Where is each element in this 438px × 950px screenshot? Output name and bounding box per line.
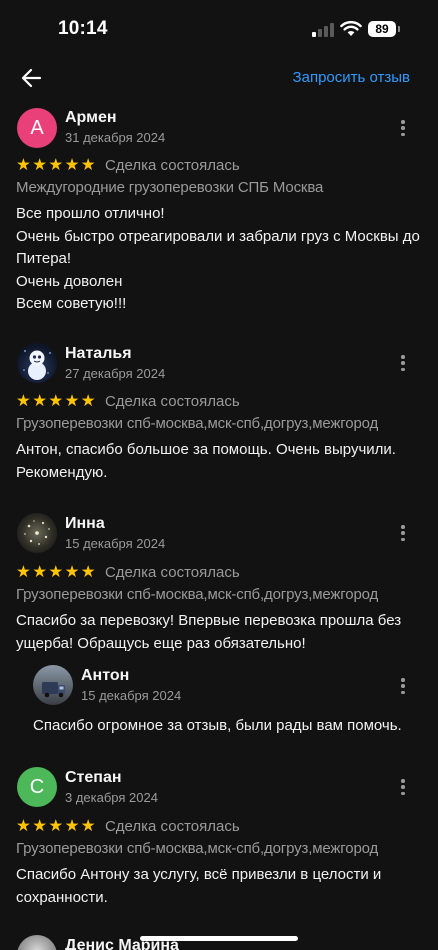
star-rating-icons: ★★★★★ xyxy=(16,563,97,581)
request-review-link[interactable]: Запросить отзыв xyxy=(293,69,410,86)
review-date: 27 декабря 2024 xyxy=(65,366,166,381)
review-text: Спасибо Антону за услугу, всё привезли в… xyxy=(16,866,382,906)
avatar-initial: С xyxy=(29,775,45,798)
more-options-button[interactable] xyxy=(398,524,408,542)
battery-level: 89 xyxy=(375,22,389,36)
app-header: Запросить отзыв xyxy=(0,56,438,100)
avatar[interactable]: А xyxy=(17,108,57,148)
truck-avatar-image xyxy=(42,682,65,698)
review-text-line: Всем советую!!! xyxy=(16,295,127,312)
arrow-left-icon xyxy=(21,68,42,88)
review-text: Антон, спасибо большое за помощь. Очень … xyxy=(16,441,396,481)
rating-row: ★★★★★ Сделка состоялась xyxy=(16,816,240,836)
battery-tip xyxy=(398,26,400,32)
deal-status: Сделка состоялась xyxy=(104,156,240,174)
review-text-line: Все прошло отлично! xyxy=(16,205,165,222)
review-date: 31 декабря 2024 xyxy=(65,130,166,145)
status-bar: 10:14 89 xyxy=(0,0,438,56)
author-name[interactable]: Степан xyxy=(65,769,122,787)
rating-row: ★★★★★ Сделка состоялась xyxy=(16,391,240,411)
author-name[interactable]: Наталья xyxy=(65,345,132,363)
owner-reply: Антон 15 декабря 2024 Спасибо огромное з… xyxy=(0,660,438,750)
reviews-screen: 10:14 89 Запросить отзыв А Армен 31 дека… xyxy=(0,0,438,950)
deal-status: Сделка состоялась xyxy=(104,817,240,835)
more-options-button[interactable] xyxy=(398,354,408,372)
wifi-icon xyxy=(340,21,362,36)
more-options-button[interactable] xyxy=(398,778,408,796)
review-text-line: Очень доволен xyxy=(16,272,123,290)
review-card: С Степан 3 декабря 2024 ★★★★★ Сделка сос… xyxy=(0,759,438,919)
review-text-line: Очень быстро отреагировали и забрали гру… xyxy=(16,227,420,268)
deal-status: Сделка состоялась xyxy=(104,563,240,581)
review-card: Инна 15 декабря 2024 ★★★★★ Сделка состоя… xyxy=(0,505,438,755)
avatar[interactable]: С xyxy=(17,767,57,807)
service-name: Грузоперевозки спб-москва,мск-спб,догруз… xyxy=(16,586,379,603)
avatar[interactable] xyxy=(33,665,73,705)
reply-text: Спасибо огромное за отзыв, были рады вам… xyxy=(33,717,402,734)
avatar[interactable] xyxy=(17,935,57,950)
reply-date: 15 декабря 2024 xyxy=(81,688,182,703)
review-card: А Армен 31 декабря 2024 ★★★★★ Сделка сос… xyxy=(0,100,438,325)
author-name[interactable]: Инна xyxy=(65,515,105,533)
cellular-signal-icon xyxy=(312,23,334,37)
avatar[interactable] xyxy=(17,513,57,553)
deal-status: Сделка состоялась xyxy=(104,392,240,410)
service-name: Грузоперевозки спб-москва,мск-спб,догруз… xyxy=(16,415,379,432)
author-name[interactable]: Армен xyxy=(65,109,117,127)
star-rating-icons: ★★★★★ xyxy=(16,392,97,410)
review-date: 15 декабря 2024 xyxy=(65,536,166,551)
status-time: 10:14 xyxy=(58,18,108,39)
back-button[interactable] xyxy=(18,64,48,92)
battery-icon: 89 xyxy=(368,21,396,37)
avatar-initial: А xyxy=(30,116,44,139)
review-text: Спасибо за перевозку! Впервые перевозка … xyxy=(16,612,402,652)
review-text: Все прошло отлично! Очень быстро отреаги… xyxy=(16,203,426,316)
avatar[interactable] xyxy=(17,343,57,383)
more-options-button[interactable] xyxy=(398,677,408,695)
review-card: Наталья 27 декабря 2024 ★★★★★ Сделка сос… xyxy=(0,335,438,495)
review-date: 3 декабря 2024 xyxy=(65,790,158,805)
star-rating-icons: ★★★★★ xyxy=(16,156,97,174)
rating-row: ★★★★★ Сделка состоялась xyxy=(16,155,240,175)
rating-row: ★★★★★ Сделка состоялась xyxy=(16,562,240,582)
star-rating-icons: ★★★★★ xyxy=(16,817,97,835)
home-indicator xyxy=(140,936,298,941)
service-name: Грузоперевозки спб-москва,мск-спб,догруз… xyxy=(16,840,379,857)
service-name: Междугородние грузоперевозки СПБ Москва xyxy=(16,179,324,196)
more-options-button[interactable] xyxy=(398,119,408,137)
reply-author-name[interactable]: Антон xyxy=(81,667,129,685)
sparkle-avatar-image xyxy=(24,520,50,545)
snowman-avatar-image xyxy=(23,350,51,380)
